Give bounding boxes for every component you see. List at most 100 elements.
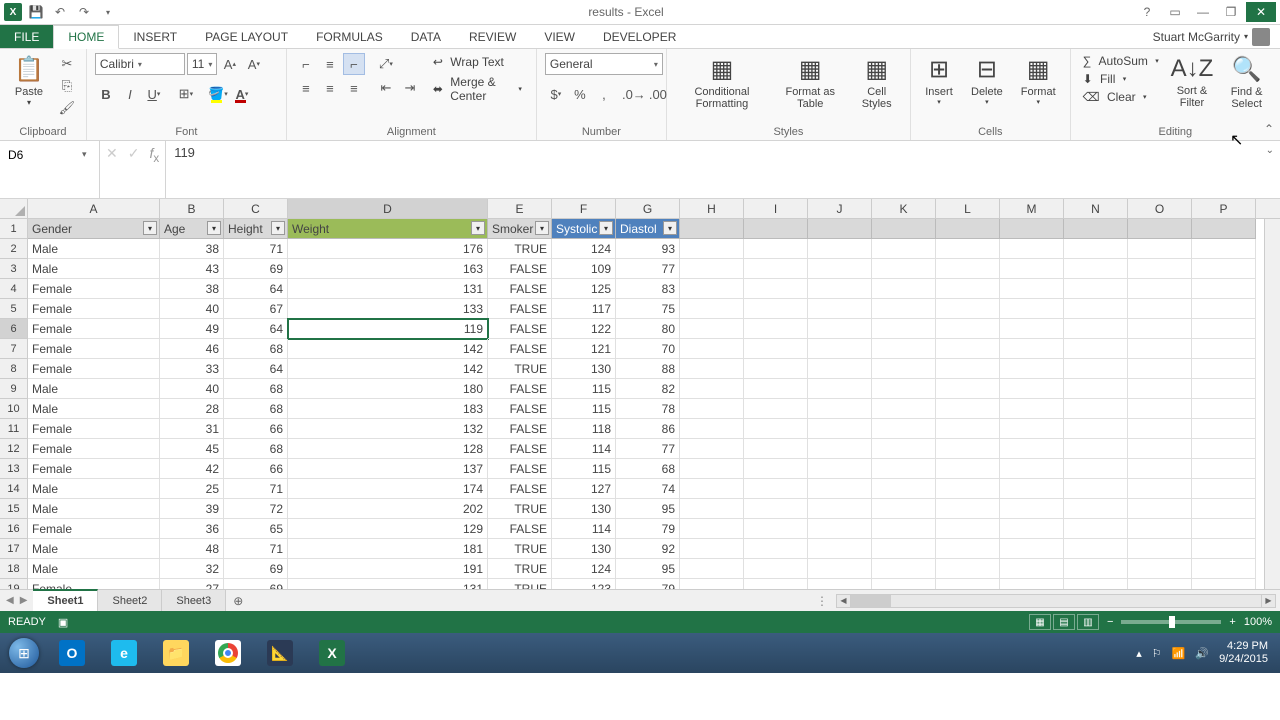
help-icon[interactable]: ? bbox=[1134, 2, 1160, 22]
cell[interactable]: 69 bbox=[224, 259, 288, 279]
zoom-level[interactable]: 100% bbox=[1244, 616, 1272, 628]
col-header-L[interactable]: L bbox=[936, 199, 1000, 218]
cell[interactable]: Female bbox=[28, 319, 160, 339]
cell[interactable] bbox=[1000, 299, 1064, 319]
cell[interactable] bbox=[744, 339, 808, 359]
format-cells-button[interactable]: ▦Format▾ bbox=[1015, 53, 1062, 108]
row-header[interactable]: 5 bbox=[0, 299, 28, 319]
cell[interactable]: Male bbox=[28, 479, 160, 499]
align-right-icon[interactable]: ≡ bbox=[343, 77, 365, 99]
cell[interactable]: 27 bbox=[160, 579, 224, 589]
cell[interactable]: 64 bbox=[224, 319, 288, 339]
row-header[interactable]: 7 bbox=[0, 339, 28, 359]
prev-sheet-icon[interactable]: ◀ bbox=[6, 595, 14, 606]
col-header-E[interactable]: E bbox=[488, 199, 552, 218]
network-icon[interactable]: 📶 bbox=[1172, 647, 1186, 660]
cell[interactable] bbox=[1192, 379, 1256, 399]
cell[interactable]: 25 bbox=[160, 479, 224, 499]
col-header-I[interactable]: I bbox=[744, 199, 808, 218]
name-box-input[interactable] bbox=[4, 145, 78, 165]
cell[interactable] bbox=[936, 259, 1000, 279]
cell[interactable]: 64 bbox=[224, 279, 288, 299]
save-icon[interactable]: 💾 bbox=[26, 2, 46, 22]
cell[interactable] bbox=[872, 519, 936, 539]
task-excel[interactable]: X bbox=[308, 637, 356, 669]
row-header[interactable]: 11 bbox=[0, 419, 28, 439]
cell[interactable] bbox=[680, 559, 744, 579]
insert-cells-button[interactable]: ⊞Insert▾ bbox=[919, 53, 959, 108]
row-header[interactable]: 19 bbox=[0, 579, 28, 589]
cell[interactable]: 132 bbox=[288, 419, 488, 439]
cell[interactable] bbox=[1064, 299, 1128, 319]
fx-icon[interactable]: fx bbox=[149, 145, 159, 165]
conditional-formatting-button[interactable]: ▦Conditional Formatting bbox=[675, 53, 769, 112]
cell[interactable] bbox=[680, 359, 744, 379]
copy-icon[interactable]: ⎘ bbox=[56, 75, 78, 97]
cell[interactable]: 130 bbox=[552, 499, 616, 519]
cell[interactable] bbox=[1128, 439, 1192, 459]
tab-view[interactable]: VIEW bbox=[530, 25, 589, 48]
cell[interactable] bbox=[808, 339, 872, 359]
volume-icon[interactable]: 🔊 bbox=[1195, 647, 1209, 660]
cell[interactable] bbox=[808, 239, 872, 259]
cell[interactable] bbox=[744, 379, 808, 399]
cell[interactable] bbox=[808, 519, 872, 539]
cell[interactable] bbox=[936, 479, 1000, 499]
cell[interactable] bbox=[1128, 299, 1192, 319]
cell[interactable] bbox=[872, 499, 936, 519]
cell[interactable]: 127 bbox=[552, 479, 616, 499]
cell[interactable] bbox=[1064, 579, 1128, 589]
cell[interactable]: 65 bbox=[224, 519, 288, 539]
cell[interactable] bbox=[744, 239, 808, 259]
cell[interactable]: FALSE bbox=[488, 479, 552, 499]
format-as-table-button[interactable]: ▦Format as Table bbox=[775, 53, 845, 112]
decrease-indent-icon[interactable]: ⇤ bbox=[375, 77, 397, 99]
scroll-thumb[interactable] bbox=[851, 595, 891, 607]
cell[interactable] bbox=[1128, 379, 1192, 399]
scroll-right-icon[interactable]: ▶ bbox=[1261, 595, 1275, 607]
task-ie[interactable]: e bbox=[100, 637, 148, 669]
cell[interactable] bbox=[872, 399, 936, 419]
zoom-out-icon[interactable]: − bbox=[1107, 616, 1113, 628]
cell[interactable]: FALSE bbox=[488, 319, 552, 339]
font-color-button[interactable]: A▾ bbox=[231, 83, 253, 105]
cell[interactable]: Male bbox=[28, 559, 160, 579]
cell[interactable]: 115 bbox=[552, 459, 616, 479]
add-sheet-button[interactable]: ⊕ bbox=[226, 594, 250, 608]
cell[interactable] bbox=[936, 539, 1000, 559]
cell[interactable]: 191 bbox=[288, 559, 488, 579]
cell[interactable] bbox=[744, 359, 808, 379]
cell[interactable]: 38 bbox=[160, 239, 224, 259]
cell[interactable]: 131 bbox=[288, 279, 488, 299]
cell[interactable] bbox=[808, 439, 872, 459]
cell[interactable] bbox=[872, 339, 936, 359]
cell[interactable]: 77 bbox=[616, 259, 680, 279]
col-header-D[interactable]: D bbox=[288, 199, 488, 218]
zoom-slider[interactable] bbox=[1121, 620, 1221, 624]
cell[interactable] bbox=[1128, 519, 1192, 539]
cell[interactable] bbox=[1128, 579, 1192, 589]
cell[interactable]: FALSE bbox=[488, 379, 552, 399]
cell[interactable] bbox=[1128, 559, 1192, 579]
cell[interactable] bbox=[1000, 379, 1064, 399]
cell[interactable] bbox=[936, 339, 1000, 359]
cell[interactable] bbox=[936, 299, 1000, 319]
col-header-B[interactable]: B bbox=[160, 199, 224, 218]
cell[interactable]: Female bbox=[28, 359, 160, 379]
chevron-down-icon[interactable]: ▾ bbox=[78, 145, 91, 164]
cell[interactable]: 33 bbox=[160, 359, 224, 379]
cell[interactable]: Female bbox=[28, 519, 160, 539]
number-format-combo[interactable]: General▾ bbox=[545, 53, 663, 75]
cell[interactable] bbox=[1000, 499, 1064, 519]
cell[interactable]: 137 bbox=[288, 459, 488, 479]
cell[interactable] bbox=[680, 239, 744, 259]
cell[interactable]: 75 bbox=[616, 299, 680, 319]
cell[interactable] bbox=[1128, 479, 1192, 499]
tab-file[interactable]: FILE bbox=[0, 25, 53, 48]
cell[interactable] bbox=[808, 539, 872, 559]
normal-view-icon[interactable]: ▦ bbox=[1029, 614, 1051, 630]
cell[interactable]: 43 bbox=[160, 259, 224, 279]
cell[interactable] bbox=[872, 299, 936, 319]
cell[interactable] bbox=[1000, 439, 1064, 459]
cell[interactable]: 118 bbox=[552, 419, 616, 439]
